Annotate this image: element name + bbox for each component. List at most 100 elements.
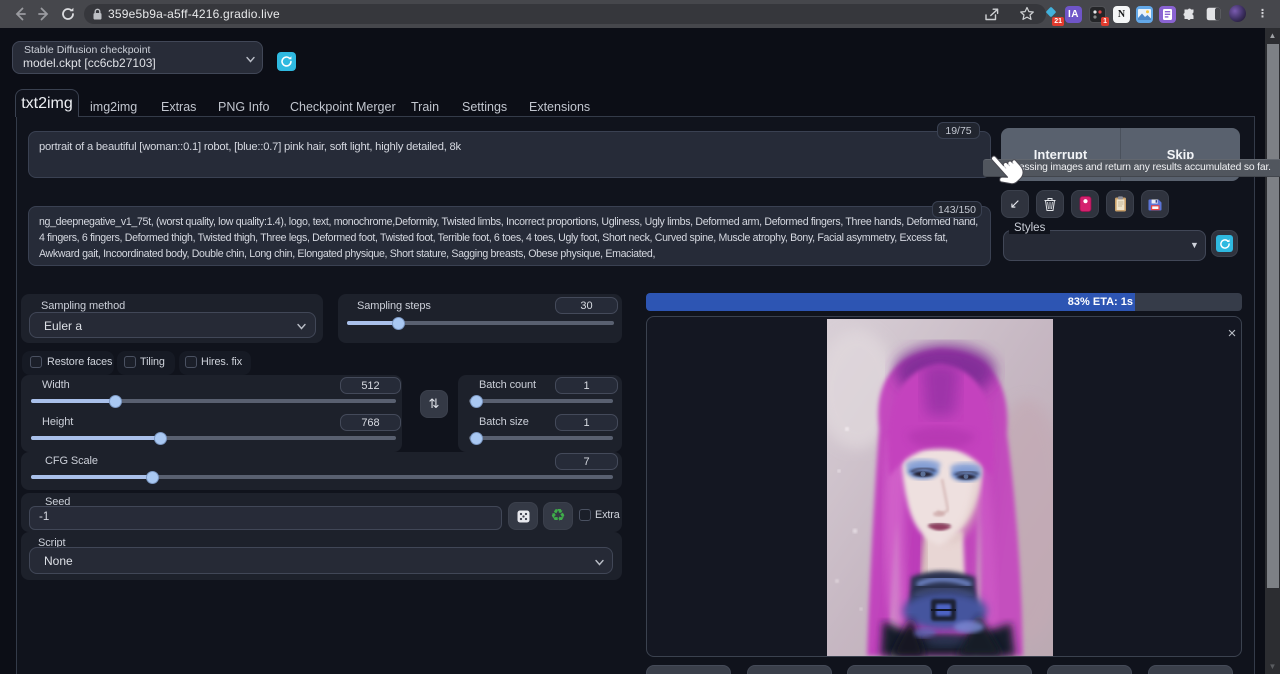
sampling-method-value: Euler a <box>44 319 82 333</box>
close-image-button[interactable]: × <box>1224 326 1240 342</box>
seed-extra-checkbox[interactable] <box>579 509 591 521</box>
restore-faces-label: Restore faces <box>47 356 112 368</box>
dimensions-block: Width 512 Height 768 <box>21 375 402 452</box>
extension-notion-icon[interactable]: N <box>1113 6 1130 23</box>
apply-style-button[interactable] <box>1106 190 1134 218</box>
seed-extra-label: Extra <box>595 509 620 521</box>
checkpoint-dropdown[interactable]: Stable Diffusion checkpoint model.ckpt [… <box>12 41 263 74</box>
batch-count-label: Batch count <box>479 379 536 391</box>
restore-faces-checkbox[interactable] <box>30 356 42 368</box>
flower-card-icon <box>1079 196 1092 212</box>
refresh-styles-button[interactable] <box>1211 230 1238 257</box>
height-input[interactable]: 768 <box>340 414 401 431</box>
tab-settings[interactable]: Settings <box>462 100 507 114</box>
tab-checkpoint-merger[interactable]: Checkpoint Merger <box>290 100 396 114</box>
tab-train[interactable]: Train <box>411 100 439 114</box>
tab-label: Train <box>411 100 439 114</box>
tab-png-info[interactable]: PNG Info <box>218 100 269 114</box>
slider-fill <box>31 475 153 479</box>
extension-ia-icon[interactable]: IA <box>1065 6 1082 23</box>
extra-networks-button[interactable] <box>1071 190 1099 218</box>
batch-count-slider[interactable] <box>469 399 613 403</box>
tab-extras[interactable]: Extras <box>161 100 196 114</box>
scrollbar-up-icon[interactable]: ▲ <box>1265 28 1280 43</box>
slider-thumb[interactable] <box>470 432 483 445</box>
width-input[interactable]: 512 <box>340 377 401 394</box>
prompt-textarea[interactable]: portrait of a beautiful [woman::0.1] rob… <box>28 131 991 178</box>
gradio-app: Stable Diffusion checkpoint model.ckpt [… <box>0 28 1265 674</box>
browser-scrollbar[interactable]: ▲ ▼ <box>1265 28 1280 674</box>
hires-fix-checkbox[interactable] <box>185 356 197 368</box>
sampling-steps-label: Sampling steps <box>357 300 431 312</box>
batch-count-input[interactable]: 1 <box>555 377 618 394</box>
extension-app-icon[interactable]: 1 <box>1089 6 1106 23</box>
slider-thumb[interactable] <box>470 395 483 408</box>
height-label: Height <box>42 416 73 428</box>
extension-office-icon[interactable] <box>1159 6 1176 23</box>
batch-size-slider[interactable] <box>469 436 613 440</box>
save-style-button[interactable] <box>1141 190 1169 218</box>
extension-badge: 21 <box>1052 17 1064 26</box>
zip-button[interactable] <box>847 665 932 674</box>
browser-reload-icon[interactable] <box>59 5 77 23</box>
tab-extensions[interactable]: Extensions <box>529 100 590 114</box>
sampling-steps-input[interactable]: 30 <box>555 297 618 314</box>
browser-menu-icon[interactable]: ⋮ <box>1257 5 1267 23</box>
styles-dropdown[interactable]: ▼ <box>1003 230 1206 261</box>
floppy-disk-icon <box>1148 197 1163 212</box>
send-to-extras-button[interactable] <box>1148 665 1233 674</box>
extension-diamond-icon[interactable]: 21 <box>1043 5 1060 22</box>
batch-size-input[interactable]: 1 <box>555 414 618 431</box>
swap-dimensions-button[interactable]: ⇅ <box>420 390 448 418</box>
reuse-seed-button[interactable]: ♻ <box>543 502 573 530</box>
prompt-text: portrait of a beautiful [woman::0.1] rob… <box>39 141 461 153</box>
scrollbar-thumb[interactable] <box>1267 44 1279 588</box>
script-dropdown[interactable]: None <box>29 547 613 574</box>
sampling-method-label: Sampling method <box>41 300 125 312</box>
cfg-scale-label: CFG Scale <box>45 455 98 467</box>
tab-txt2img[interactable]: txt2img <box>15 89 79 117</box>
save-button[interactable] <box>747 665 832 674</box>
scrollbar-down-icon[interactable]: ▼ <box>1265 659 1280 674</box>
seed-input[interactable]: -1 <box>29 506 502 530</box>
negative-prompt-textarea[interactable]: ng_deepnegative_v1_75t, (worst quality, … <box>28 206 991 266</box>
share-icon[interactable] <box>984 7 1000 27</box>
sampling-method-dropdown[interactable]: Euler a <box>29 312 316 338</box>
tiling-label: Tiling <box>140 356 165 368</box>
tab-label: PNG Info <box>218 100 269 114</box>
slider-thumb[interactable] <box>154 432 167 445</box>
clear-prompt-button[interactable] <box>1036 190 1064 218</box>
random-seed-button[interactable] <box>508 502 538 530</box>
slider-thumb[interactable] <box>109 395 122 408</box>
slider-thumb[interactable] <box>392 317 405 330</box>
extensions-puzzle-icon[interactable] <box>1182 7 1197 27</box>
cfg-scale-input[interactable]: 7 <box>555 453 618 470</box>
tiling-checkbox[interactable] <box>124 356 136 368</box>
generated-image[interactable] <box>827 319 1053 656</box>
lock-icon[interactable] <box>92 8 103 26</box>
trash-icon <box>1043 197 1057 212</box>
send-to-inpaint-button[interactable] <box>1047 665 1132 674</box>
negative-prompt-token-counter: 143/150 <box>932 201 982 218</box>
bookmark-star-icon[interactable] <box>1019 6 1035 27</box>
tab-label: img2img <box>90 100 137 114</box>
checkpoint-value: model.ckpt [cc6cb27103] <box>23 56 156 70</box>
sampling-method-block: Sampling method Euler a <box>21 294 323 343</box>
extension-label: IA <box>1068 9 1079 20</box>
slider-thumb[interactable] <box>146 471 159 484</box>
dice-icon <box>516 509 531 524</box>
progress-text: 83% ETA: 1s <box>646 293 1133 311</box>
progress-bar: 83% ETA: 1s <box>646 293 1242 311</box>
url-text[interactable]: 359e5b9a-a5ff-4216.gradio.live <box>108 0 280 28</box>
open-folder-button[interactable] <box>646 665 731 674</box>
browser-back-icon[interactable] <box>11 5 29 23</box>
browser-forward-icon[interactable] <box>35 5 53 23</box>
refresh-checkpoint-button[interactable] <box>277 52 296 71</box>
side-panel-icon[interactable] <box>1206 7 1221 26</box>
width-label: Width <box>42 379 70 391</box>
send-to-img2img-button[interactable] <box>947 665 1032 674</box>
tab-img2img[interactable]: img2img <box>90 100 137 114</box>
extension-photos-icon[interactable] <box>1136 6 1153 23</box>
chevron-down-icon <box>296 321 306 331</box>
profile-avatar[interactable] <box>1229 5 1246 22</box>
